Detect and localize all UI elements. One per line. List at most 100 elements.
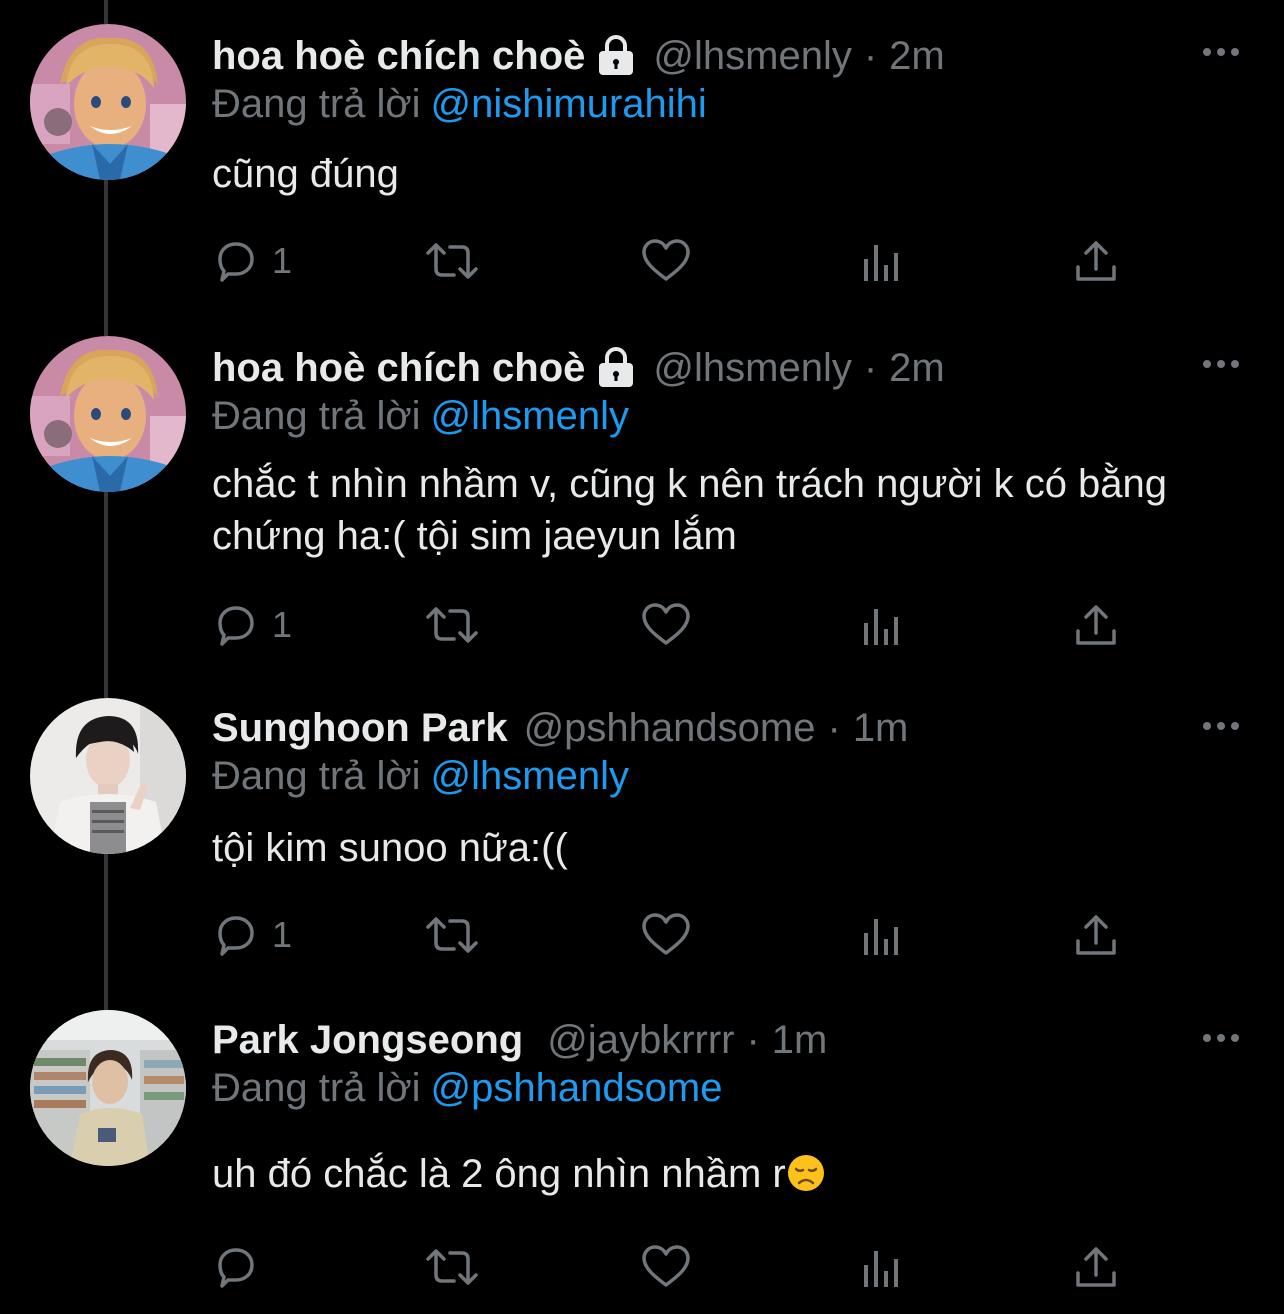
tweet-actions: 1 — [212, 236, 1132, 286]
mention-link[interactable]: @lhsmenly — [431, 394, 629, 438]
display-name[interactable]: hoa hoè chích choè — [212, 346, 585, 391]
views-bar-icon — [860, 911, 904, 959]
tweet-header: hoa hoè chích choè @lhsmenly · 2m — [212, 30, 945, 82]
views-bar-icon — [860, 601, 904, 649]
avatar[interactable] — [30, 1010, 186, 1166]
views-button[interactable] — [860, 600, 904, 650]
retweet-button[interactable] — [424, 236, 480, 286]
share-button[interactable] — [1072, 910, 1120, 960]
views-bar-icon — [860, 1243, 904, 1291]
like-button[interactable] — [640, 236, 692, 286]
tweet-header: Park Jongseong @jaybkrrrr · 1m — [212, 1014, 827, 1066]
more-options-icon[interactable] — [1200, 352, 1242, 376]
tweet-actions: 1 — [212, 910, 1132, 960]
timestamp[interactable]: 1m — [772, 1018, 828, 1063]
more-options-icon[interactable] — [1200, 40, 1242, 64]
avatar[interactable] — [30, 336, 186, 492]
mention-link[interactable]: @nishimurahihi — [431, 82, 707, 126]
tweet-text: cũng đúng — [212, 152, 399, 196]
reply-count: 1 — [272, 604, 293, 645]
share-button[interactable] — [1072, 1242, 1120, 1292]
tweet-text: uh đó chắc là 2 ông nhìn nhầm r — [212, 1152, 786, 1196]
tweet-actions — [212, 1242, 1132, 1292]
like-heart-icon — [640, 911, 692, 959]
timestamp[interactable]: 1m — [853, 706, 909, 751]
conversation-thread: hoa hoè chích choè @lhsmenly · 2m Đang t… — [0, 0, 1284, 1314]
tweet-text: chắc t nhìn nhầm v, cũng k nên trách ngư… — [212, 462, 1168, 558]
tweet-text: tội kim sunoo nữa:(( — [212, 826, 568, 870]
share-button[interactable] — [1072, 236, 1120, 286]
like-heart-icon — [640, 237, 692, 285]
reply-button[interactable]: 1 — [212, 910, 292, 960]
display-name[interactable]: Sunghoon Park — [212, 706, 508, 751]
thread-connector-line — [104, 854, 108, 1010]
like-button[interactable] — [640, 910, 692, 960]
avatar[interactable] — [30, 698, 186, 854]
replying-to-label: Đang trả lời — [212, 82, 421, 126]
retweet-icon — [424, 601, 480, 649]
retweet-button[interactable] — [424, 600, 480, 650]
views-button[interactable] — [860, 236, 904, 286]
reply-icon — [212, 911, 260, 959]
share-icon — [1072, 237, 1120, 285]
mention-link[interactable]: @pshhandsome — [431, 1066, 723, 1110]
replying-to-label: Đang trả lời — [212, 394, 421, 438]
like-button[interactable] — [640, 600, 692, 650]
like-button[interactable] — [640, 1242, 692, 1292]
lock-icon — [595, 35, 637, 77]
reply-count: 1 — [272, 914, 293, 955]
views-button[interactable] — [860, 1242, 904, 1292]
display-name[interactable]: Park Jongseong — [212, 1018, 523, 1063]
replying-to-label: Đang trả lời — [212, 1066, 421, 1110]
retweet-icon — [424, 1243, 480, 1291]
tweet-text-container: uh đó chắc là 2 ông nhìn nhầm r — [212, 1148, 1212, 1200]
tweet-header: hoa hoè chích choè @lhsmenly · 2m — [212, 342, 945, 394]
replying-to-label: Đang trả lời — [212, 754, 421, 798]
share-icon — [1072, 1243, 1120, 1291]
tweet-header: Sunghoon Park @pshhandsome · 1m — [212, 702, 908, 754]
timestamp[interactable]: 2m — [889, 346, 945, 391]
user-handle[interactable]: @lhsmenly — [653, 34, 851, 79]
like-heart-icon — [640, 1243, 692, 1291]
user-handle[interactable]: @pshhandsome — [524, 706, 816, 751]
separator-dot: · — [863, 33, 878, 78]
separator-dot: · — [746, 1017, 760, 1062]
retweet-button[interactable] — [424, 910, 480, 960]
separator-dot: · — [863, 345, 878, 390]
share-button[interactable] — [1072, 600, 1120, 650]
retweet-icon — [424, 911, 480, 959]
reply-button[interactable]: 1 — [212, 236, 292, 286]
replying-to: Đang trả lời @nishimurahihi — [212, 82, 707, 127]
retweet-icon — [424, 237, 480, 285]
avatar[interactable] — [30, 24, 186, 180]
views-button[interactable] — [860, 910, 904, 960]
reply-button[interactable] — [212, 1242, 272, 1292]
timestamp[interactable]: 2m — [889, 34, 945, 79]
replying-to: Đang trả lời @pshhandsome — [212, 1066, 722, 1111]
reply-icon — [212, 1243, 260, 1291]
replying-to: Đang trả lời @lhsmenly — [212, 754, 629, 799]
reply-button[interactable]: 1 — [212, 600, 292, 650]
like-heart-icon — [640, 601, 692, 649]
more-options-icon[interactable] — [1200, 1026, 1242, 1050]
more-options-icon[interactable] — [1200, 714, 1242, 738]
lock-icon — [595, 347, 637, 389]
thread-connector-line — [104, 0, 108, 24]
reply-count: 1 — [272, 240, 293, 281]
disappointed-face-emoji — [786, 1153, 826, 1193]
retweet-button[interactable] — [424, 1242, 480, 1292]
reply-icon — [212, 601, 260, 649]
thread-connector-line — [104, 180, 108, 336]
share-icon — [1072, 911, 1120, 959]
tweet-actions: 1 — [212, 600, 1132, 650]
reply-icon — [212, 237, 260, 285]
user-handle[interactable]: @lhsmenly — [653, 346, 851, 391]
user-handle[interactable]: @jaybkrrrr — [547, 1018, 734, 1063]
thread-connector-line — [104, 492, 108, 698]
mention-link[interactable]: @lhsmenly — [431, 754, 629, 798]
replying-to: Đang trả lời @lhsmenly — [212, 394, 629, 439]
separator-dot: · — [827, 705, 841, 750]
display-name[interactable]: hoa hoè chích choè — [212, 34, 585, 79]
share-icon — [1072, 601, 1120, 649]
views-bar-icon — [860, 237, 904, 285]
